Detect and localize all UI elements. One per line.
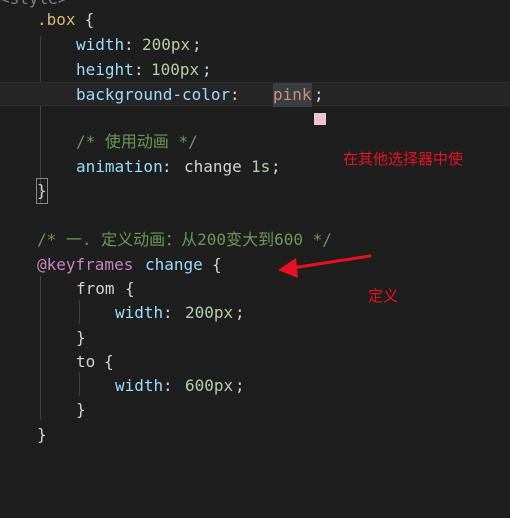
code-editor[interactable]: <style> .box { width : 200px ; height : … bbox=[0, 0, 510, 458]
red-arrow-icon bbox=[278, 254, 372, 278]
